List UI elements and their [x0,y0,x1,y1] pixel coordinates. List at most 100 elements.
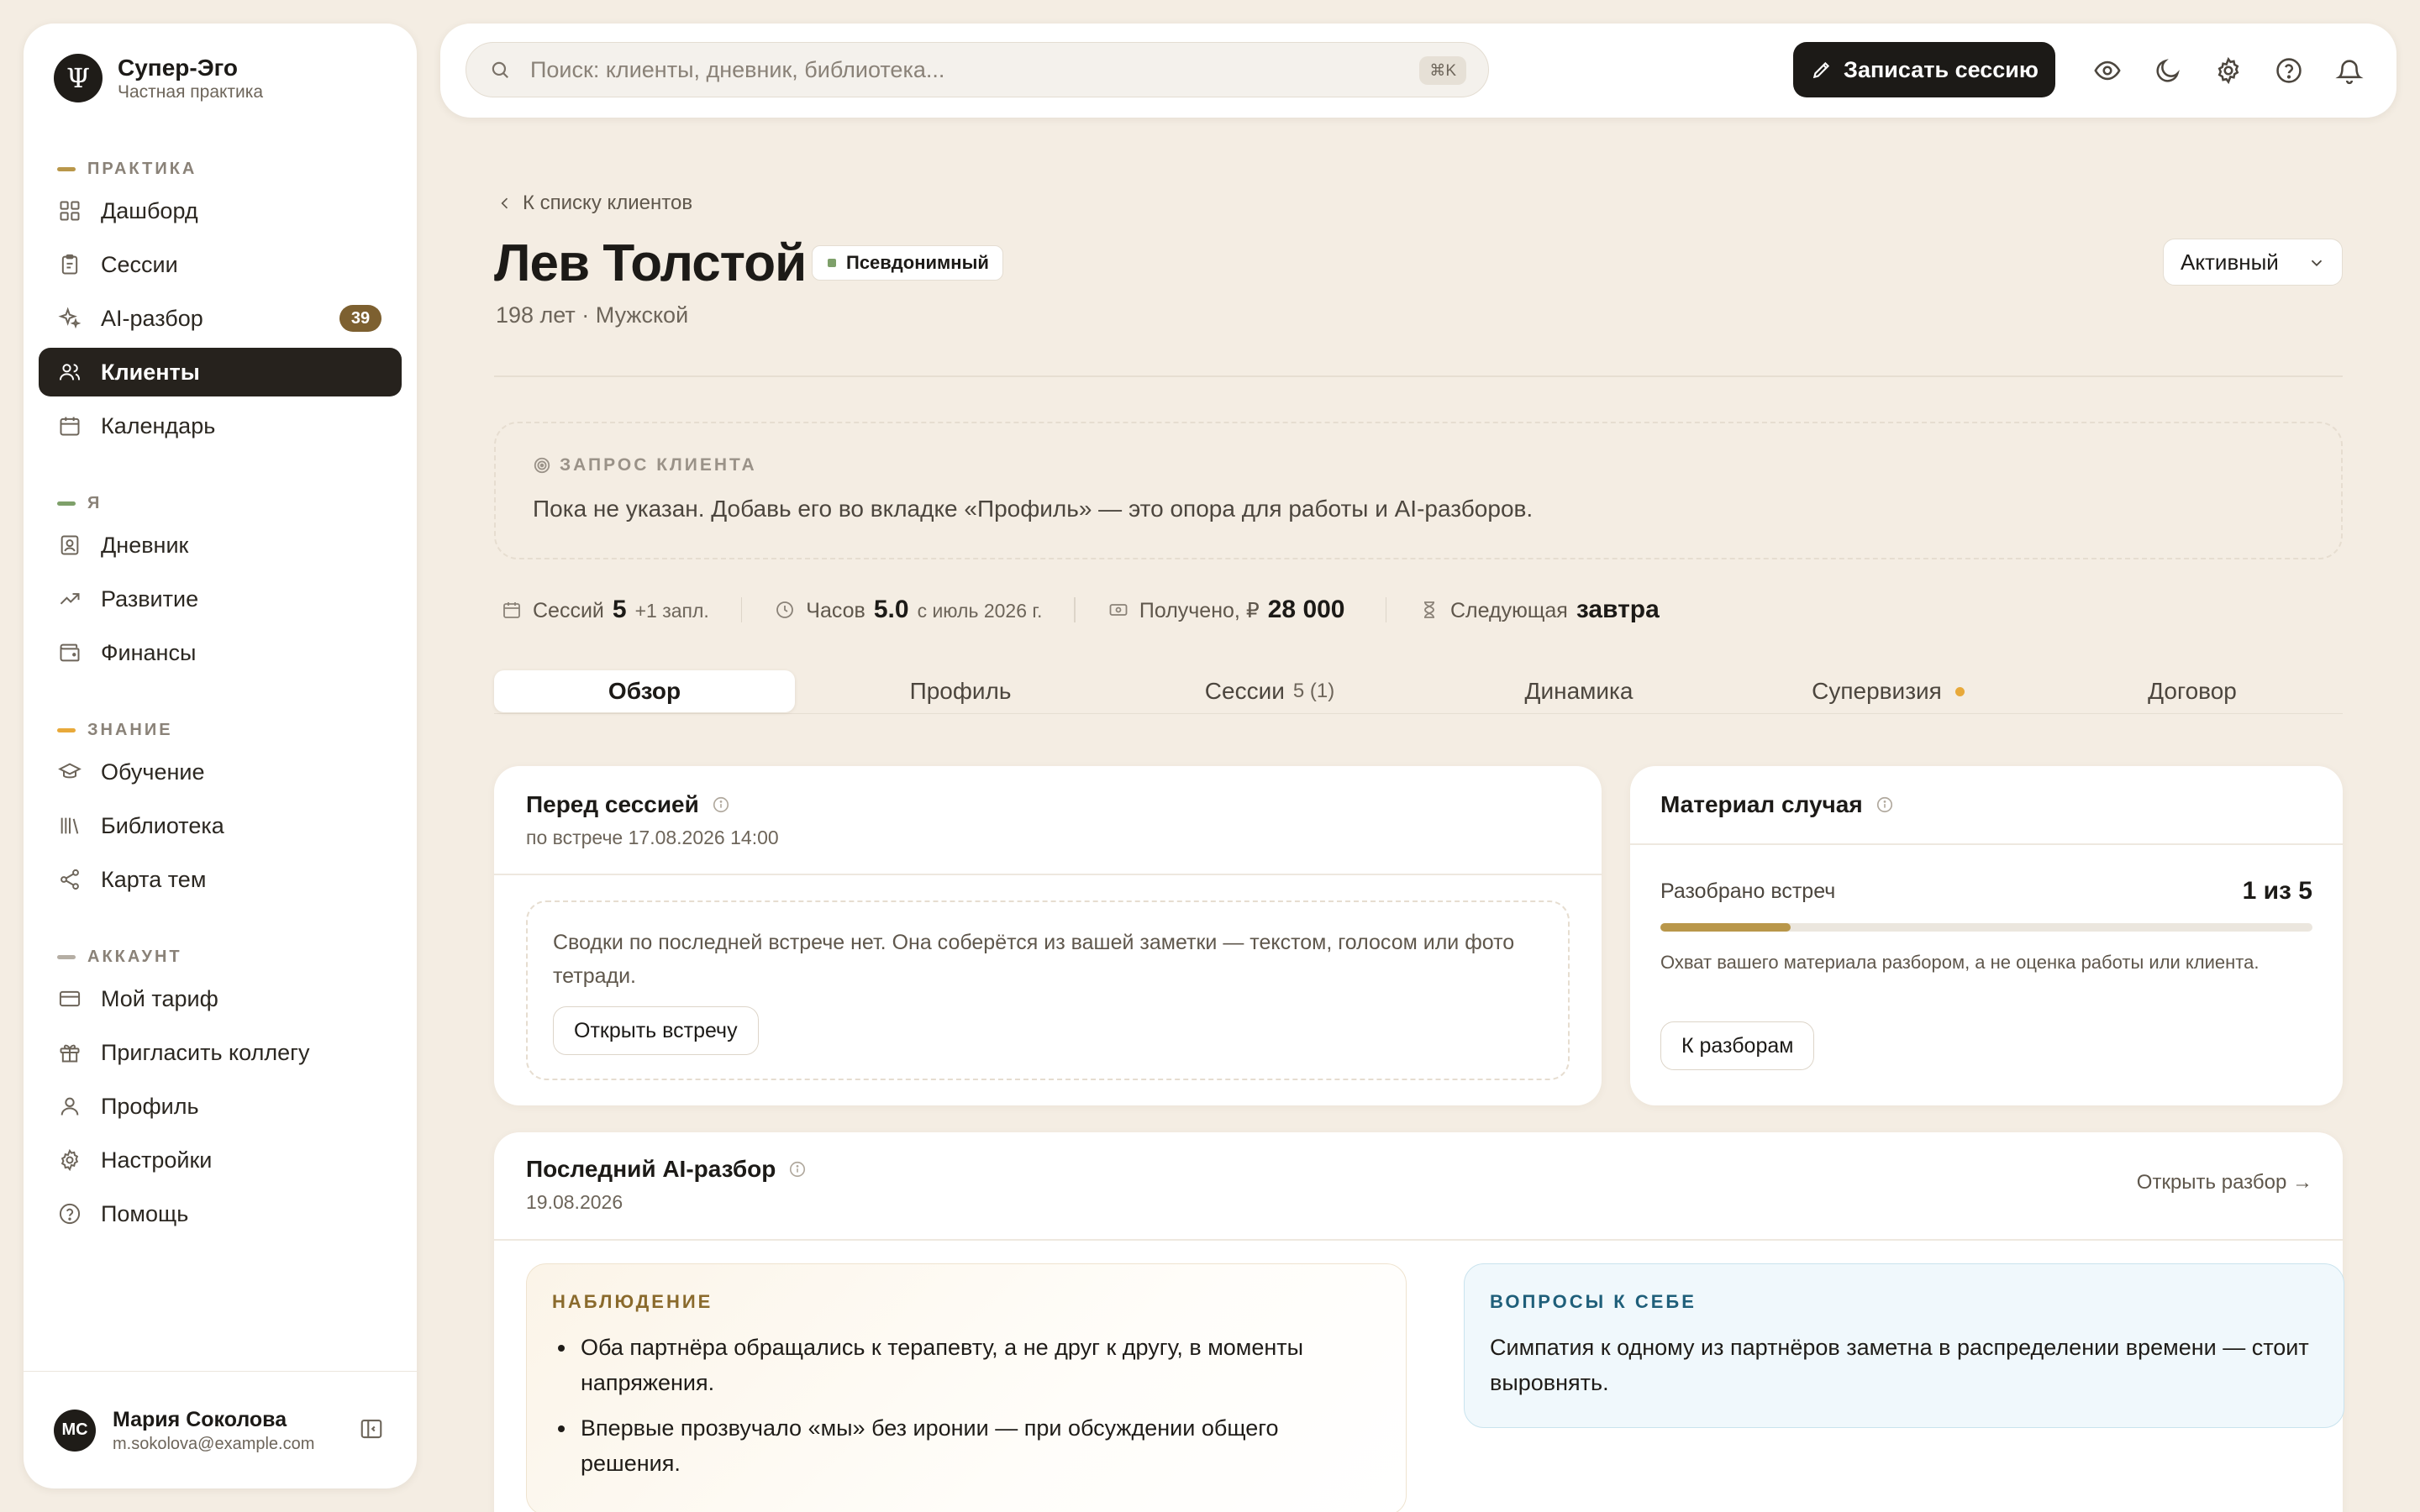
brand[interactable]: Ψ Супер-Эго Частная практика [54,54,263,102]
sidebar-item-ai-review[interactable]: AI-разбор 39 [39,294,402,343]
stat-value: 5.0 [873,596,909,623]
sidebar-item-sessions[interactable]: Сессии [39,240,402,289]
user-name: Мария Соколова [113,1407,287,1431]
sidebar-item-invite[interactable]: Пригласить коллегу [39,1028,402,1077]
sidebar-item-dashboard[interactable]: Дашборд [39,186,402,235]
gear-icon [57,1147,82,1173]
sidebar-item-clients[interactable]: Клиенты [39,348,402,396]
client-name: Лев Толстой [494,234,807,292]
sidebar-item-settings[interactable]: Настройки [39,1136,402,1184]
questions-label: ВОПРОСЫ К СЕБЕ [1490,1291,1697,1312]
sidebar-item-label: Карта тем [101,866,207,892]
chevron-left-icon [496,194,514,213]
sidebar-item-help[interactable]: Помощь [39,1189,402,1238]
help-circle-icon[interactable] [2274,55,2304,86]
section-label: Я [87,494,103,512]
section-me: Я [57,494,102,513]
sidebar-collapse-icon[interactable] [358,1415,385,1442]
sidebar-item-finance[interactable]: Финансы [39,628,402,677]
sidebar-item-journal[interactable]: Дневник [39,521,402,570]
sidebar-item-learning[interactable]: Обучение [39,748,402,796]
info-icon[interactable] [1875,795,1895,815]
card-subtitle: по встрече 17.08.2026 14:00 [526,827,779,848]
tab-label: Обзор [608,678,681,704]
tab-label: Супервизия [1812,678,1942,704]
badge-dot [828,259,836,267]
moon-icon[interactable] [2153,55,2183,86]
progress-track [1660,923,2312,932]
observation-label: НАБЛЮДЕНИЕ [552,1291,713,1312]
summary-placeholder-box: Сводки по последней встрече нет. Она соб… [526,900,1570,1080]
avatar: МС [54,1409,96,1452]
credit-card-icon [57,986,82,1011]
brand-name: Супер-Эго [118,55,239,81]
status-select[interactable]: Активный [2163,239,2343,286]
card-divider [494,1239,2343,1241]
target-icon [533,456,551,475]
gear-icon[interactable] [2213,55,2244,86]
button-label: К разборам [1681,1033,1794,1058]
progress-note: Охват вашего материала разбором, а не оц… [1660,952,2260,973]
request-label: ЗАПРОС КЛИЕНТА [533,455,757,475]
stat-value: 5 [612,596,627,623]
sidebar-item-label: Дашборд [101,197,198,223]
before-session-card: Перед сессией по встрече 17.08.2026 14:0… [494,766,1602,1105]
top-bar: ⌘K Записать сессию [440,24,2396,118]
card-title-text: Последний AI-разбор [526,1156,776,1182]
sidebar-item-label: Пригласить коллегу [101,1039,310,1065]
open-meeting-button[interactable]: Открыть встречу [553,1006,759,1055]
chevron-down-icon [2307,253,2327,273]
gift-icon [57,1040,82,1065]
clipboard-icon [57,252,82,277]
back-link-label: К списку клиентов [523,192,693,214]
sidebar-item-library[interactable]: Библиотека [39,801,402,850]
user-block[interactable]: МС Мария Соколова m.sokolova@example.com [24,1371,417,1488]
tab-overview[interactable]: Обзор [494,670,795,712]
sidebar-item-label: Библиотека [101,812,224,838]
sidebar-item-label: Мой тариф [101,985,218,1011]
record-session-label: Записать сессию [1844,56,2039,82]
to-reviews-button[interactable]: К разборам [1660,1021,1815,1070]
tab-contract[interactable]: Договор [2042,670,2343,712]
sidebar-item-development[interactable]: Развитие [39,575,402,623]
bell-icon[interactable] [2334,55,2365,86]
stat-label: Часов [806,599,865,622]
progress-label: Разобрано встреч [1660,879,1836,903]
button-label: Открыть встречу [574,1018,738,1042]
card-title: Перед сессией [526,791,731,818]
info-icon[interactable] [787,1159,808,1179]
section-practice: ПРАКТИКА [57,160,197,179]
search-icon [488,58,512,81]
tab-profile[interactable]: Профиль [810,670,1111,712]
user-icon [57,1094,82,1119]
notification-dot [1954,686,1965,696]
stat-label: Сессий [533,599,604,622]
info-icon[interactable] [711,795,731,815]
request-text: Пока не указан. Добавь его во вкладке «П… [533,496,1534,522]
search-box[interactable]: ⌘K [466,42,1489,97]
sidebar-item-label: Сессии [101,251,178,277]
record-session-button[interactable]: Записать сессию [1793,42,2055,97]
tab-sessions[interactable]: Сессии 5 (1) [1119,670,1420,712]
open-review-link[interactable]: Открыть разбор → [2137,1171,2312,1194]
stat-label: Получено, ₽ [1139,599,1260,622]
sidebar-item-plan[interactable]: Мой тариф [39,974,402,1023]
sidebar-item-calendar[interactable]: Календарь [39,402,402,450]
card-title: Материал случая [1660,791,1895,818]
tab-dynamics[interactable]: Динамика [1428,670,1729,712]
search-input[interactable] [530,56,1370,83]
banknote-icon [1107,599,1129,621]
tab-supervision[interactable]: Супервизия [1738,670,2039,712]
stat-separator [740,597,743,622]
progress-value: 1 из 5 [2242,877,2312,905]
section-knowledge: ЗНАНИЕ [57,721,173,740]
sidebar-item-topic-map[interactable]: Карта тем [39,855,402,904]
sidebar-item-profile[interactable]: Профиль [39,1082,402,1131]
observation-list: Оба партнёра обращались к терапевту, а н… [577,1330,1384,1491]
back-to-clients-link[interactable]: К списку клиентов [496,192,692,215]
eye-icon[interactable] [2092,55,2123,86]
sidebar-item-label: Дневник [101,532,189,558]
sidebar-item-label: Профиль [101,1093,199,1119]
sidebar-item-label: Развитие [101,585,199,612]
card-title-text: Материал случая [1660,791,1863,817]
